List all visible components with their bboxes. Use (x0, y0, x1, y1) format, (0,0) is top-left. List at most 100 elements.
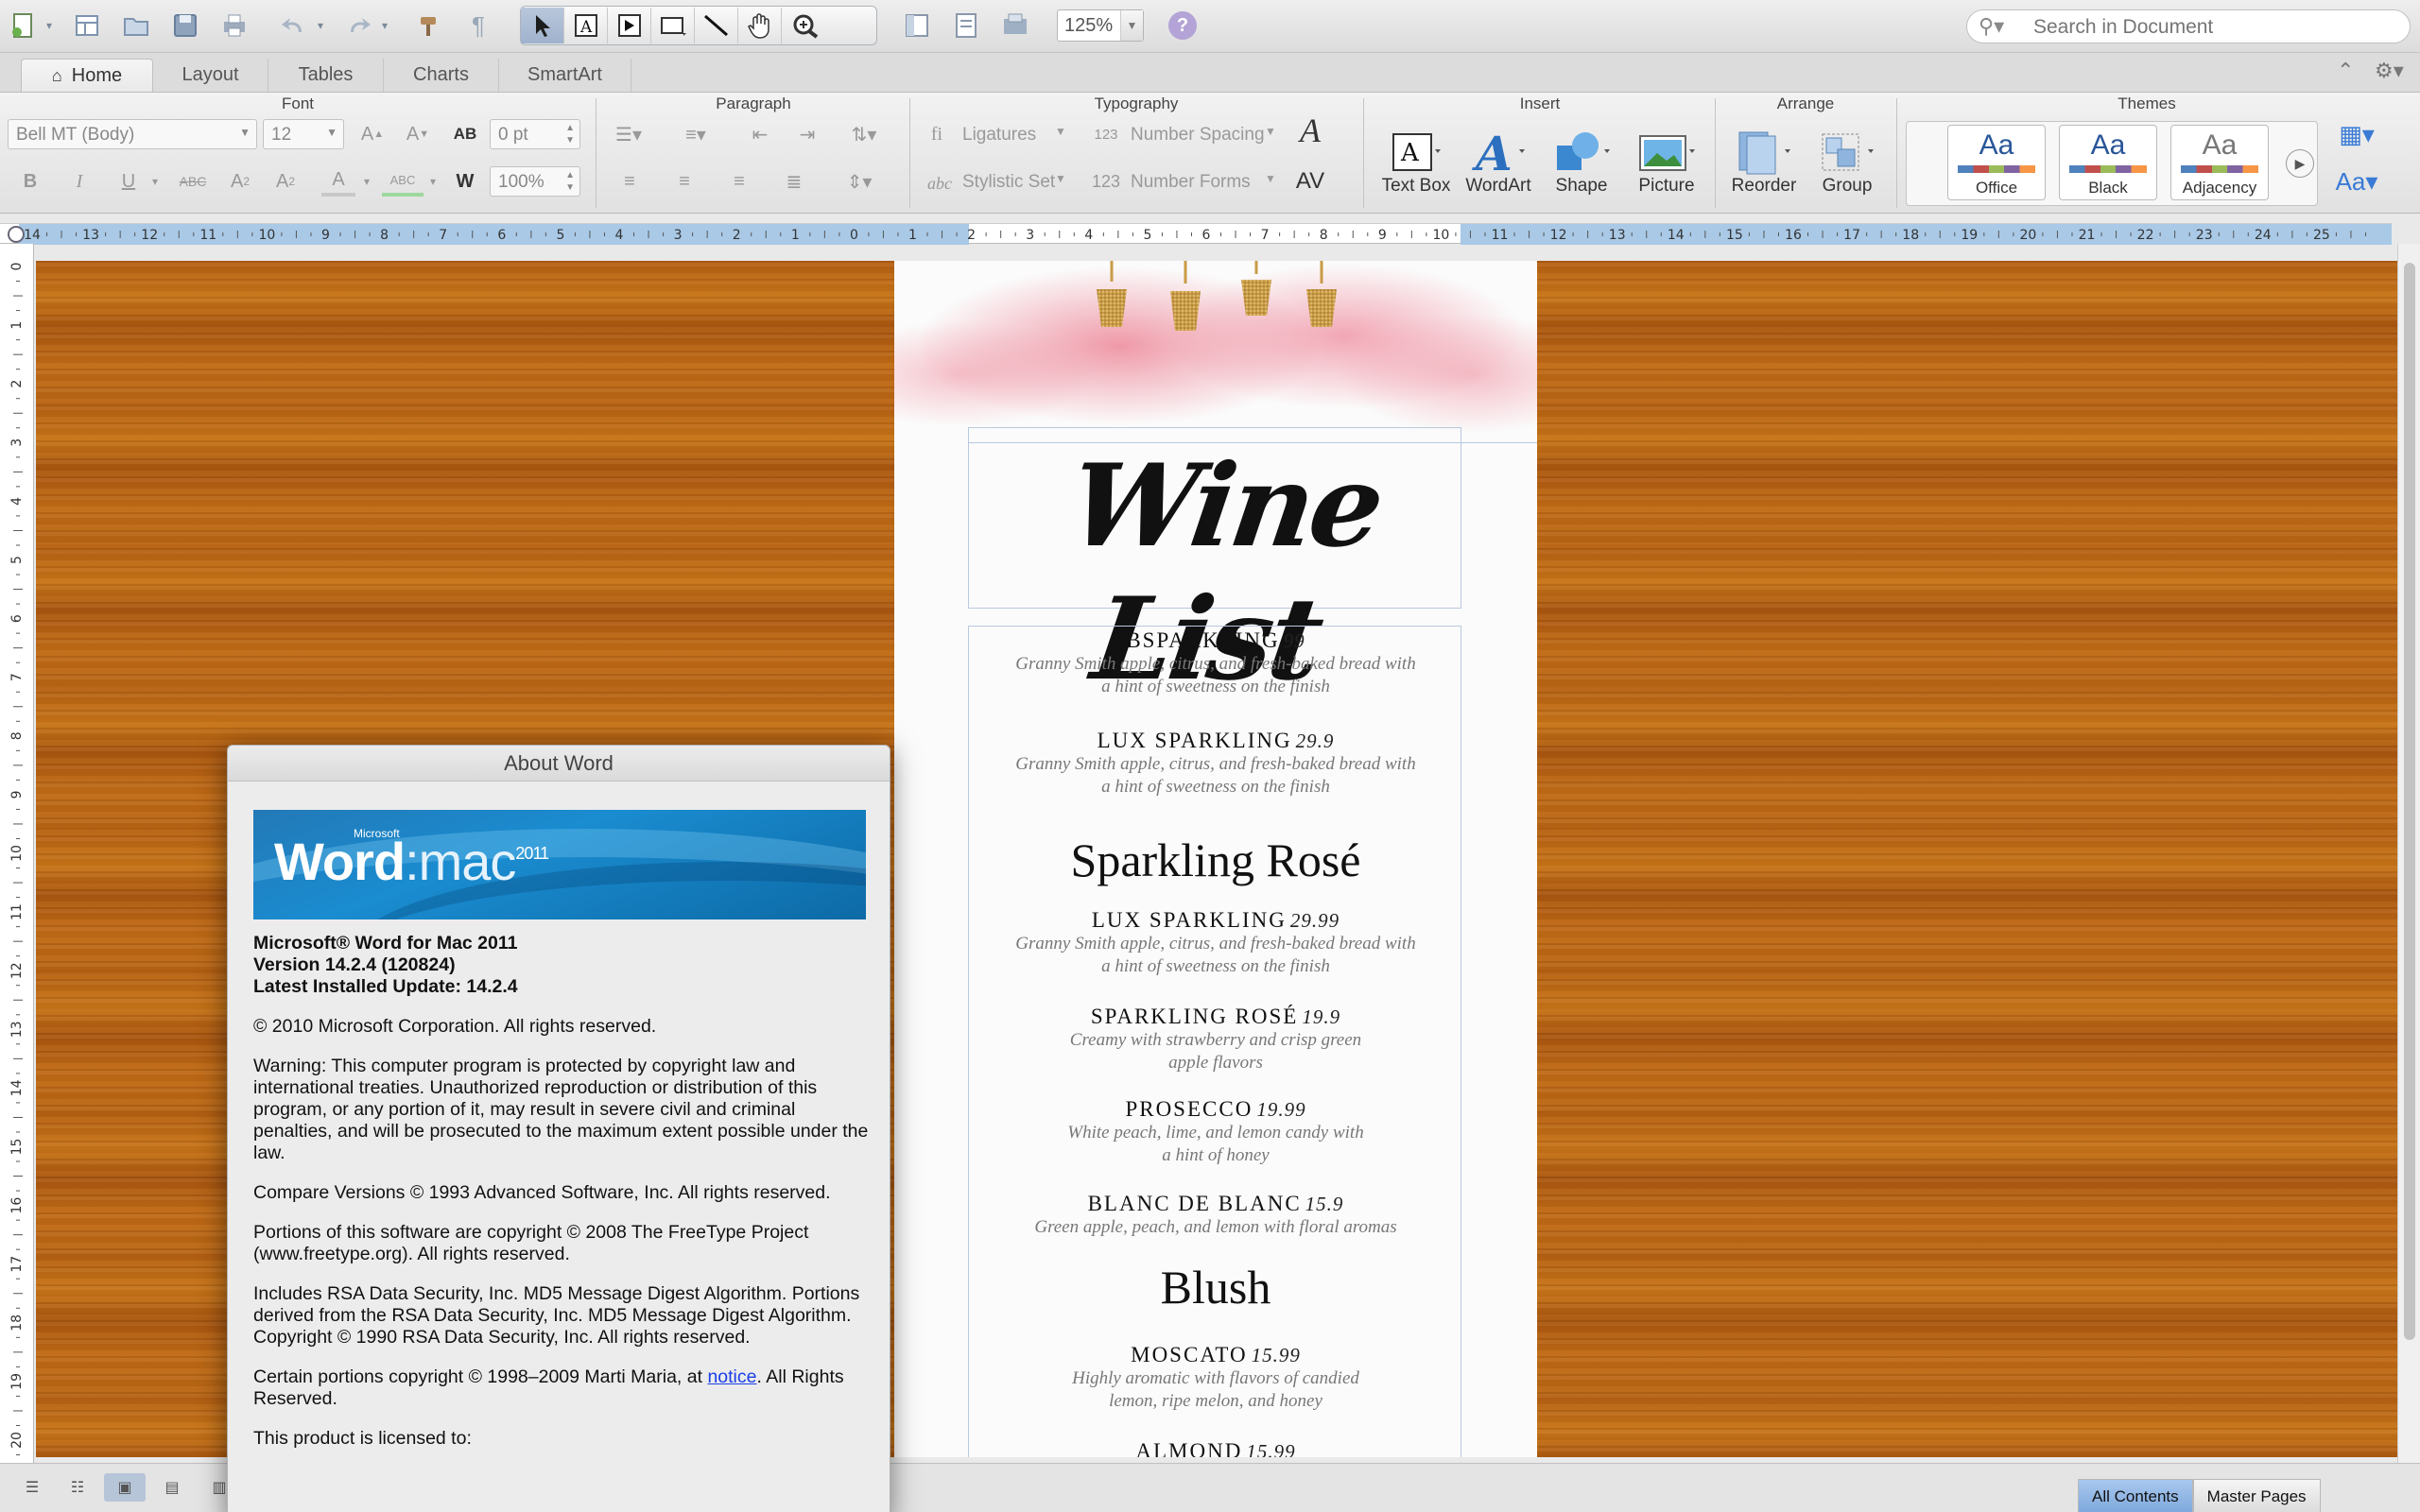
text-box-button[interactable]: A Text Box (1373, 125, 1460, 197)
media-browser-icon[interactable] (996, 8, 1034, 43)
character-spacing-input[interactable]: 0 pt ▲ ▼ (490, 119, 580, 149)
search-input[interactable] (2033, 16, 2393, 39)
font-size-select[interactable]: 12 ▼ (263, 119, 344, 149)
scale-stepper-icon[interactable]: ▲ ▼ (565, 169, 575, 194)
title-text-box[interactable]: Wine List (968, 427, 1461, 706)
ligatures-dropdown-icon[interactable]: ▼ (1055, 125, 1066, 138)
shrink-font-icon[interactable]: A ▼ (399, 119, 437, 149)
publishing-layout-view-icon[interactable]: ▣ (104, 1473, 146, 1502)
text-scale-icon[interactable]: W (446, 166, 484, 197)
theme-office[interactable]: Aa Office (1947, 125, 2046, 200)
line-tool-icon[interactable] (695, 8, 738, 43)
theme-adjacency[interactable]: Aa Adjacency (2170, 125, 2269, 200)
number-spacing-label[interactable]: Number Spacing (1131, 125, 1265, 146)
number-forms-dropdown-icon[interactable]: ▼ (1265, 172, 1276, 185)
increase-indent-icon[interactable]: ⇥ (788, 119, 826, 149)
redo-dropdown-icon[interactable]: ▾ (378, 8, 391, 43)
justify-icon[interactable]: ≣ (775, 166, 813, 197)
sidebar-icon[interactable] (898, 8, 936, 43)
decrease-indent-icon[interactable]: ⇤ (741, 119, 779, 149)
font-color-dropdown-icon[interactable]: ▾ (359, 166, 374, 197)
document-page[interactable]: Wine List BSPARKLING 99 Granny Smith app… (894, 261, 1537, 1457)
highlight-icon[interactable]: ABC (382, 166, 424, 197)
redo-icon[interactable] (340, 8, 378, 43)
scrollbar-thumb[interactable] (2404, 263, 2415, 1340)
align-left-icon[interactable]: ≡ (611, 166, 648, 197)
themes-next-icon[interactable]: ▶ (2286, 149, 2314, 178)
ribbon-settings-icon[interactable]: ⚙▾ (2375, 59, 2404, 83)
tab-home[interactable]: ⌂ Home (21, 59, 153, 92)
font-color-icon[interactable]: A (321, 166, 355, 197)
stylistic-set-dropdown-icon[interactable]: ▼ (1055, 172, 1066, 185)
font-name-select[interactable]: Bell MT (Body) ▼ (8, 119, 257, 149)
all-contents-button[interactable]: All Contents (2078, 1479, 2193, 1512)
new-dropdown-icon[interactable]: ▾ (42, 8, 57, 43)
about-word-dialog[interactable]: About Word Microsoft Word:mac2011 Microso… (227, 745, 890, 1512)
ligatures-label[interactable]: Ligatures (962, 125, 1036, 146)
align-right-icon[interactable]: ≡ (720, 166, 758, 197)
wordart-button[interactable]: A WordArt (1460, 125, 1537, 197)
number-forms-icon[interactable]: 123 (1089, 166, 1123, 197)
strikethrough-icon[interactable]: ABC (172, 166, 214, 197)
grow-font-icon[interactable]: A ▲ (354, 119, 391, 149)
undo-dropdown-icon[interactable]: ▾ (314, 8, 327, 43)
contextual-alternates-icon[interactable]: A (1291, 112, 1329, 149)
italic-icon[interactable]: I (62, 166, 96, 197)
new-document-icon[interactable] (4, 8, 42, 43)
kerning-icon[interactable]: AV (1291, 166, 1329, 197)
change-case-icon[interactable]: AB (446, 119, 484, 149)
tab-stop-selector-icon[interactable] (8, 226, 25, 243)
zoom-tool-icon[interactable] (782, 8, 831, 43)
horizontal-ruler[interactable]: 14 13 12 11 10 9 8 7 6 5 4 3 2 1 0 1 2 3 4 5 6 7 8 9 10 11 12 13 14 1… (0, 223, 2392, 245)
zoom-dropdown-icon[interactable]: ▼ (1120, 10, 1143, 41)
sort-icon[interactable]: ⇅▾ (838, 119, 890, 149)
dialog-title[interactable]: About Word (228, 746, 890, 782)
character-spacing-stepper-icon[interactable]: ▲ ▼ (565, 122, 575, 146)
tab-charts[interactable]: Charts (384, 59, 499, 92)
rectangle-tool-icon[interactable] (651, 8, 695, 43)
vertical-scrollbar[interactable] (2397, 244, 2420, 1463)
save-icon[interactable] (166, 8, 204, 43)
hand-tool-icon[interactable] (738, 8, 782, 43)
master-pages-button[interactable]: Master Pages (2192, 1479, 2321, 1512)
number-forms-label[interactable]: Number Forms (1131, 172, 1251, 193)
theme-colors-icon[interactable]: ▦▾ (2333, 119, 2380, 149)
outline-view-icon[interactable]: ☷ (57, 1473, 98, 1502)
line-spacing-icon[interactable]: ⇕▾ (830, 166, 889, 197)
subscript-icon[interactable]: A2 (268, 166, 302, 197)
print-icon[interactable] (216, 8, 253, 43)
text-box-tool-icon[interactable]: A (564, 8, 608, 43)
number-spacing-icon[interactable]: 123 (1089, 119, 1123, 149)
link-text-box-icon[interactable] (608, 8, 651, 43)
draft-view-icon[interactable]: ☰ (11, 1473, 53, 1502)
zoom-select[interactable]: 125% ▼ (1057, 9, 1144, 42)
shape-button[interactable]: Shape (1541, 125, 1622, 197)
menu-text-box[interactable]: BSPARKLING 99 Granny Smith apple, citrus… (968, 626, 1461, 1457)
align-center-icon[interactable]: ≡ (666, 166, 703, 197)
stylistic-set-label[interactable]: Stylistic Set (962, 172, 1055, 193)
bullets-icon[interactable]: ☰▾ (607, 119, 650, 149)
stylistic-set-icon[interactable]: abc (923, 168, 957, 198)
vertical-ruler[interactable]: 0 1 2 3 4 5 6 7 8 9 10 11 12 13 14 15 16 17 18 19 20 (0, 244, 34, 1463)
group-button[interactable]: Group (1806, 125, 1889, 197)
format-painter-icon[interactable] (410, 8, 448, 43)
theme-fonts-icon[interactable]: Aa▾ (2333, 166, 2380, 197)
picture-button[interactable]: Picture (1624, 125, 1709, 197)
tab-smartart[interactable]: SmartArt (499, 59, 631, 92)
open-icon[interactable] (117, 8, 155, 43)
reorder-button[interactable]: Reorder (1722, 125, 1806, 197)
scale-input[interactable]: 100% ▲ ▼ (490, 166, 580, 197)
select-pointer-icon[interactable] (521, 8, 564, 43)
highlight-dropdown-icon[interactable]: ▾ (425, 166, 441, 197)
ligatures-icon[interactable]: fi (925, 119, 949, 149)
underline-dropdown-icon[interactable]: ▾ (146, 166, 164, 197)
notice-link[interactable]: notice (707, 1366, 756, 1387)
bold-icon[interactable]: B (13, 166, 47, 197)
tab-tables[interactable]: Tables (268, 59, 384, 92)
show-formatting-icon[interactable]: ¶ (459, 8, 497, 43)
toolbox-icon[interactable] (947, 8, 985, 43)
print-layout-view-icon[interactable]: ▤ (151, 1473, 193, 1502)
collapse-ribbon-icon[interactable]: ⌃ (2337, 59, 2354, 83)
search-icon[interactable]: ⚲▾ (1979, 14, 2004, 39)
underline-icon[interactable]: U (112, 166, 146, 197)
